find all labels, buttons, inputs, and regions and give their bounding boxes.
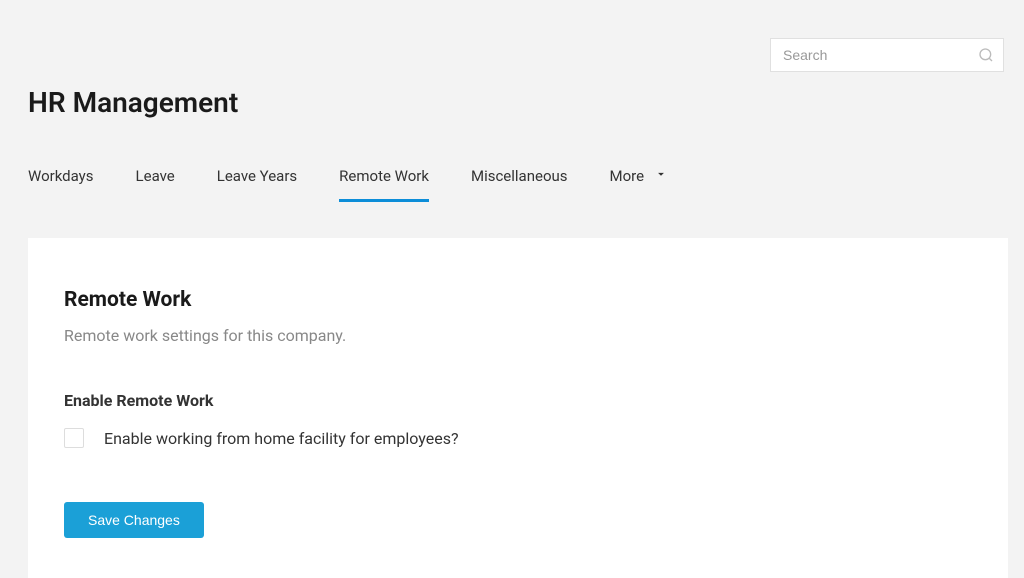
search-input[interactable] <box>770 38 1004 72</box>
tab-miscellaneous[interactable]: Miscellaneous <box>471 167 568 202</box>
checkbox-row: Enable working from home facility for em… <box>64 428 972 448</box>
save-changes-button[interactable]: Save Changes <box>64 502 204 538</box>
tab-more-label: More <box>610 167 645 185</box>
search-icon <box>978 47 994 63</box>
checkbox-label: Enable working from home facility for em… <box>104 429 459 448</box>
enable-remote-work-label: Enable Remote Work <box>64 391 972 410</box>
page-title: HR Management <box>0 72 1024 119</box>
tab-leave-years[interactable]: Leave Years <box>217 167 297 202</box>
search-box <box>770 38 1004 72</box>
tab-workdays[interactable]: Workdays <box>28 167 94 202</box>
tab-more[interactable]: More <box>610 167 669 202</box>
section-description: Remote work settings for this company. <box>64 326 972 345</box>
tab-remote-work[interactable]: Remote Work <box>339 167 429 202</box>
tabs-nav: Workdays Leave Leave Years Remote Work M… <box>0 119 1024 202</box>
section-title: Remote Work <box>64 288 972 312</box>
tab-leave[interactable]: Leave <box>136 167 175 202</box>
enable-remote-work-checkbox[interactable] <box>64 428 84 448</box>
chevron-down-icon <box>654 167 668 185</box>
content-panel: Remote Work Remote work settings for thi… <box>28 238 1008 578</box>
